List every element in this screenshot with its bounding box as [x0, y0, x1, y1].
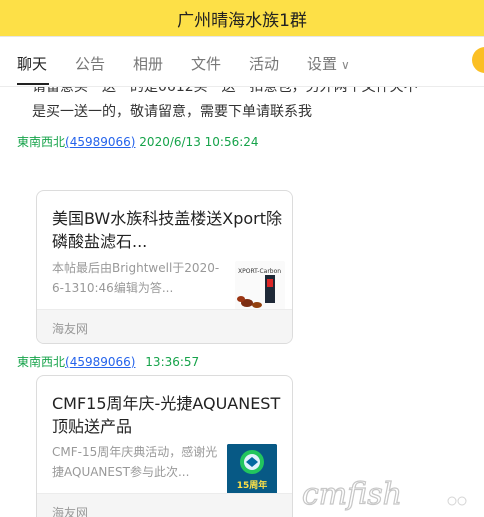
link-card-description: 本帖最后由Brightwell于2020-6-1310:46编辑为答...: [52, 261, 220, 295]
avatar[interactable]: [472, 47, 484, 73]
thumbnail-label: XPORT-Carbon: [238, 268, 281, 275]
tab-album[interactable]: 相册: [133, 53, 163, 74]
group-chat-window: 聊天 公告 相册 文件 活动 设置 ∨ 请留意买一送一的是0612买一送一扣意包，…: [0, 36, 484, 517]
sender-uid: 45989066: [69, 135, 131, 149]
tab-chat[interactable]: 聊天: [17, 53, 47, 74]
tab-announcements[interactable]: 公告: [75, 53, 105, 74]
message-timestamp: 2020/6/13 10:56:24: [139, 135, 259, 149]
sender-uid-link[interactable]: (45989066): [65, 135, 135, 149]
tab-activities[interactable]: 活动: [249, 53, 279, 74]
sender-name[interactable]: 東南西北: [17, 355, 65, 369]
previous-message-line: 是买一送一的，敬请留意，需要下单请联系我: [32, 104, 312, 120]
anniversary-image: 15周年: [227, 444, 277, 494]
tab-files[interactable]: 文件: [191, 53, 221, 74]
anniversary-thumbnail: 15周年: [227, 444, 277, 494]
link-card-title: 美国BW水族科技盖楼送Xport除磷酸盐滤石...: [52, 209, 282, 251]
tab-bar: 聊天 公告 相册 文件 活动 设置 ∨: [0, 37, 484, 87]
link-card[interactable]: CMF15周年庆-光捷AQUANEST顶贴送产品 CMF-15周年庆典活动，感谢…: [36, 375, 293, 517]
thumbnail-label: 15周年: [237, 479, 268, 491]
link-card-title: CMF15周年庆-光捷AQUANEST顶贴送产品: [52, 394, 281, 436]
link-card-footer: 海友网: [37, 309, 292, 343]
window-title: 广州晴海水族1群: [177, 10, 307, 31]
sender-uid: 45989066: [69, 355, 131, 369]
message-meta: 東南西北(45989066) 2020/6/13 10:56:24: [17, 133, 259, 150]
message-timestamp: 13:36:57: [145, 355, 200, 369]
link-card-source: 海友网: [52, 506, 89, 517]
sender-name[interactable]: 東南西北: [17, 135, 65, 149]
window-title-bar: 广州晴海水族1群: [0, 0, 484, 36]
link-card[interactable]: 美国BW水族科技盖楼送Xport除磷酸盐滤石... 本帖最后由Brightwel…: [36, 190, 293, 344]
link-card-source: 海友网: [52, 322, 89, 336]
product-thumbnail: XPORT-Carbon: [235, 261, 285, 311]
tab-settings[interactable]: 设置 ∨: [307, 53, 350, 74]
previous-message-text: 请留意买一送一的是0612买一送一扣意包，另外两个文件夹不 是买一送一的，敬请留…: [32, 87, 472, 125]
message-list[interactable]: 请留意买一送一的是0612买一送一扣意包，另外两个文件夹不 是买一送一的，敬请留…: [0, 87, 484, 517]
message-meta: 東南西北(45989066) 13:36:57: [17, 353, 199, 370]
chevron-down-icon: ∨: [341, 58, 350, 72]
watermark-text: cmfish: [302, 477, 402, 511]
tab-settings-label: 设置: [307, 55, 338, 73]
active-tab-indicator: [17, 83, 49, 85]
product-image: XPORT-Carbon: [237, 268, 281, 308]
previous-message-line: 请留意买一送一的是0612买一送一扣意包，另外两个文件夹不: [32, 87, 418, 95]
site-watermark: cmfish: [302, 477, 467, 511]
link-card-footer: 海友网: [37, 493, 292, 517]
link-card-description: CMF-15周年庆典活动，感谢光捷AQUANEST参与此次...: [52, 445, 218, 479]
sender-uid-link[interactable]: (45989066): [65, 355, 135, 369]
